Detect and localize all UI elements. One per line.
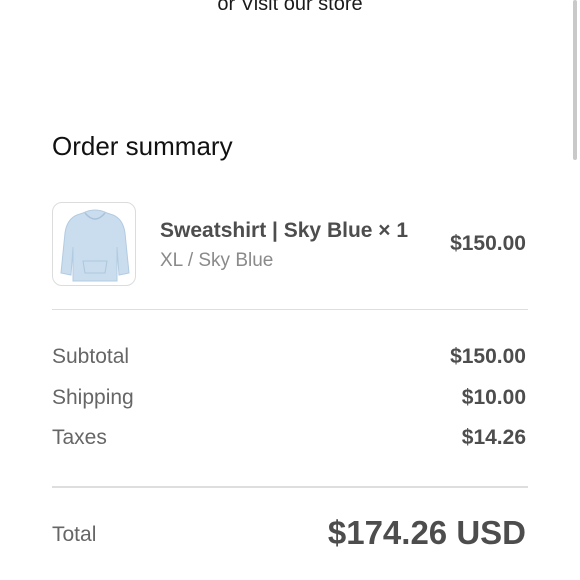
total-value: $174.26 USD [327, 514, 526, 551]
subtotal-value: $150.00 [450, 345, 526, 368]
taxes-label: Taxes [52, 426, 107, 449]
item-name: Sweatshirt | Sky Blue × 1 [160, 219, 409, 242]
subtotal-row: Subtotal $150.00 [52, 345, 528, 373]
hoodie-image [60, 209, 130, 282]
product-thumbnail [52, 202, 136, 286]
visit-store-link[interactable]: or Visit our store [0, 0, 580, 16]
order-line-item: Sweatshirt | Sky Blue × 1 XL / Sky Blue … [52, 202, 528, 286]
item-variant: XL / Sky Blue [160, 250, 274, 271]
subtotal-label: Subtotal [52, 345, 130, 368]
order-summary-title: Order summary [52, 131, 233, 161]
divider [52, 486, 528, 488]
taxes-value: $14.26 [461, 426, 526, 449]
item-price: $150.00 [450, 232, 526, 255]
scrollbar[interactable] [573, 0, 577, 160]
total-row: Total $174.26 USD [52, 512, 528, 556]
shipping-label: Shipping [52, 386, 134, 409]
total-label: Total [52, 523, 97, 546]
taxes-row: Taxes $14.26 [52, 426, 528, 454]
checkout-page: or Visit our store Order summary Sweatsh… [0, 0, 580, 580]
shipping-value: $10.00 [461, 386, 526, 409]
divider [52, 309, 528, 310]
shipping-row: Shipping $10.00 [52, 386, 528, 414]
